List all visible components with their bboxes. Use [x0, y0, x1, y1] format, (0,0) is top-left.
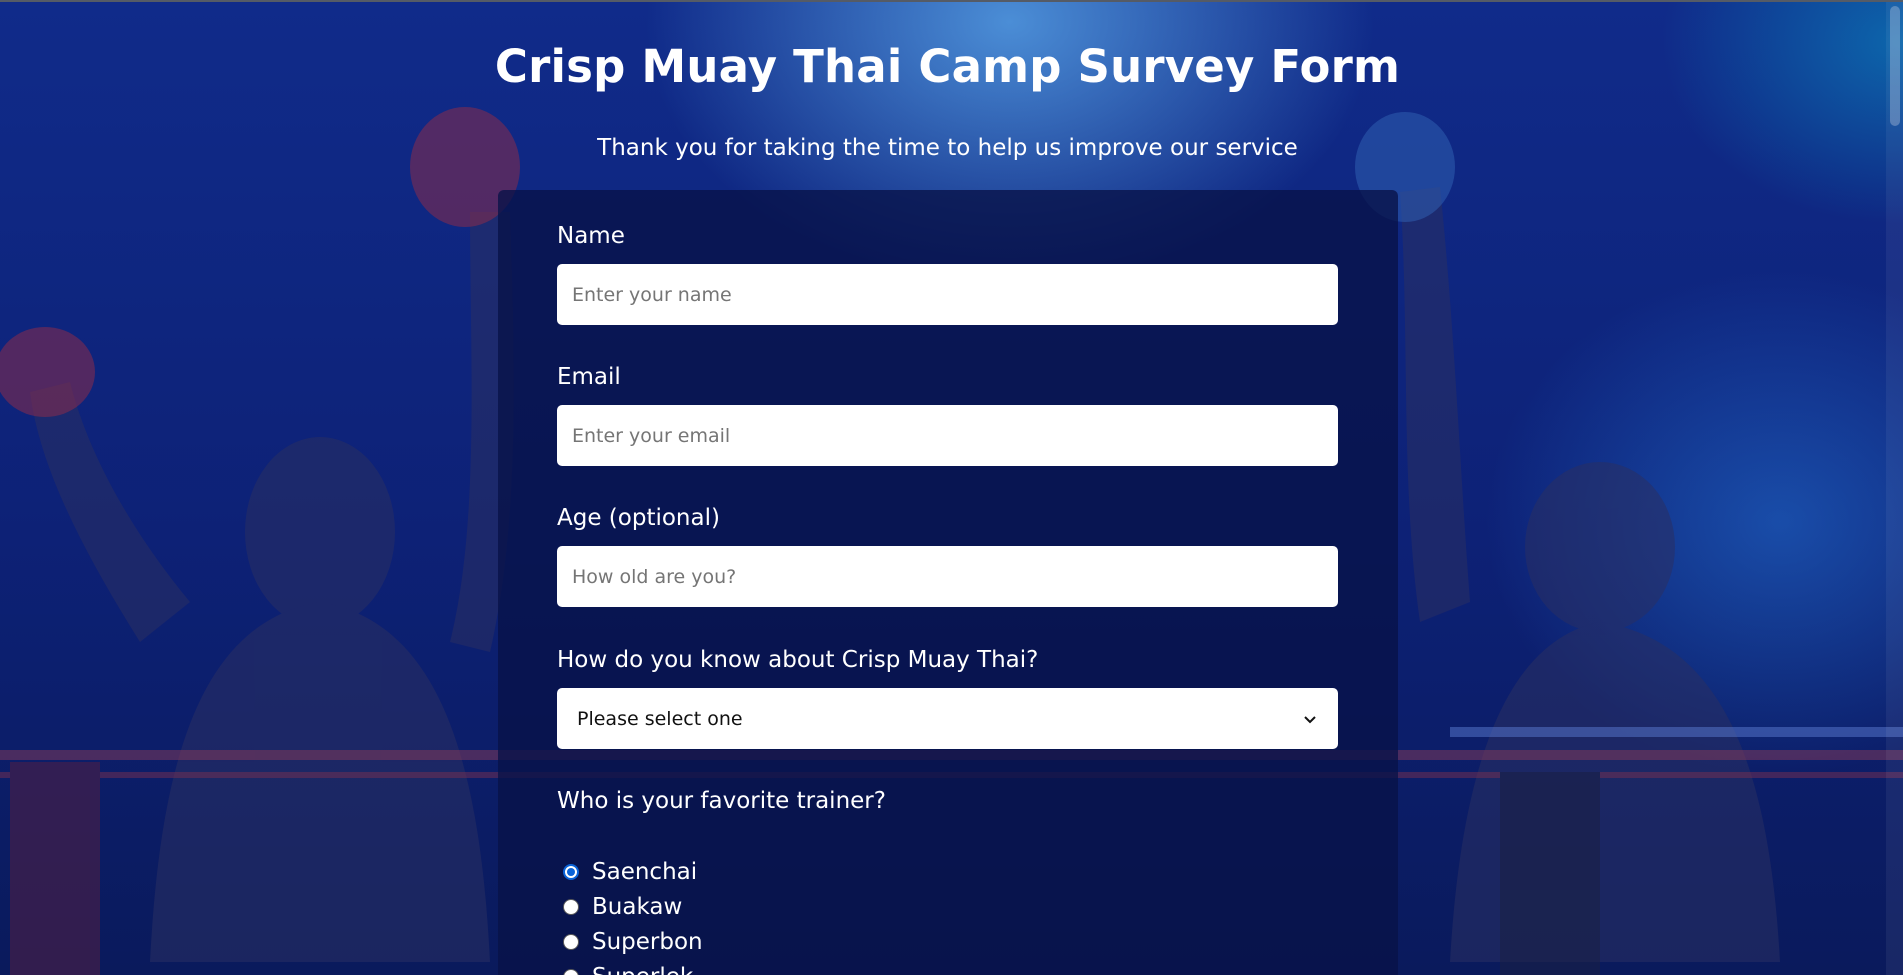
chevron-down-icon	[1304, 715, 1316, 723]
age-input[interactable]	[557, 546, 1338, 607]
age-label: Age (optional)	[557, 505, 720, 531]
page-title: Crisp Muay Thai Camp Survey Form	[494, 40, 1401, 93]
page-description: Thank you for taking the time to help us…	[597, 135, 1298, 161]
name-input[interactable]	[557, 264, 1338, 325]
trainer-option-superlek[interactable]: Superlek	[563, 962, 693, 975]
trainer-option-saenchai[interactable]: Saenchai	[563, 857, 697, 887]
scrollbar-thumb[interactable]	[1890, 6, 1900, 126]
trainer-option-buakaw[interactable]: Buakaw	[563, 892, 682, 922]
trainer-option-superbon[interactable]: Superbon	[563, 927, 703, 957]
radio-button[interactable]	[563, 899, 579, 915]
name-label: Name	[557, 223, 625, 249]
referral-dropdown[interactable]: Please select one	[557, 688, 1338, 749]
radio-button[interactable]	[563, 934, 579, 950]
survey-page: Crisp Muay Thai Camp Survey Form Thank y…	[0, 0, 1903, 975]
radio-button[interactable]	[563, 969, 579, 975]
email-input[interactable]	[557, 405, 1338, 466]
page-scrollbar[interactable]	[1886, 2, 1903, 975]
trainer-option-label: Buakaw	[592, 894, 683, 920]
trainer-option-label: Superbon	[592, 929, 703, 955]
trainer-option-label: Saenchai	[592, 859, 698, 885]
referral-label: How do you know about Crisp Muay Thai?	[557, 647, 1039, 673]
trainer-label: Who is your favorite trainer?	[557, 788, 886, 814]
radio-button-checked[interactable]	[563, 864, 579, 880]
survey-form: Name Email Age (optional) How do you kno…	[498, 190, 1398, 975]
trainer-option-label: Superlek	[592, 964, 693, 975]
email-label: Email	[557, 364, 621, 390]
referral-selected-value: Please select one	[577, 707, 743, 730]
